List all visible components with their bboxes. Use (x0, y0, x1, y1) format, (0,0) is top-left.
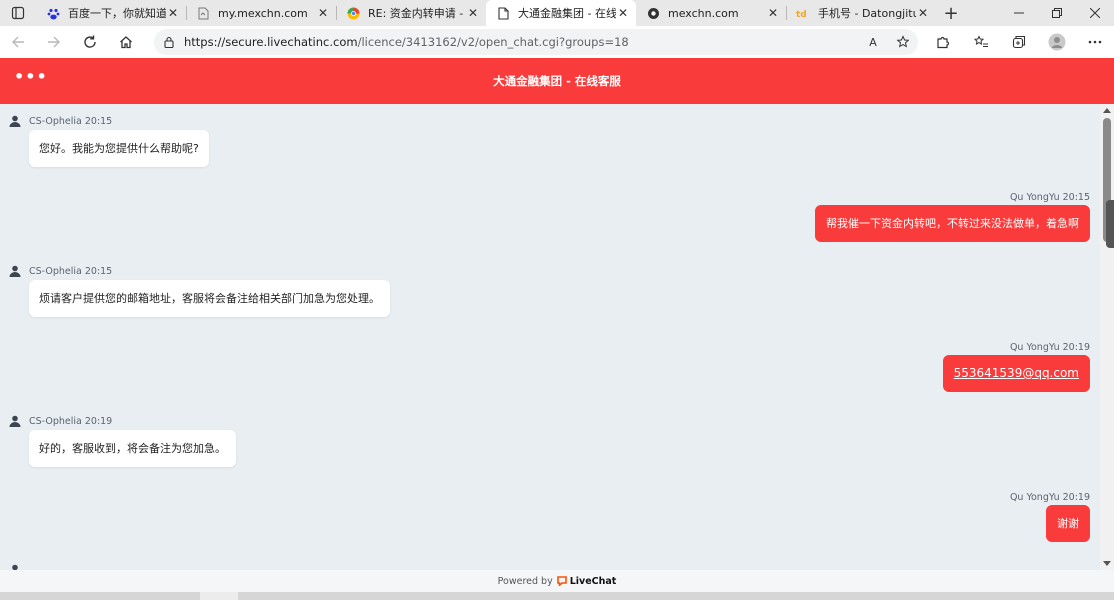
tab-qq-mail[interactable]: RE: 资金内转申请 - QQ ✕ (336, 0, 486, 26)
message-scrollbar[interactable] (1100, 104, 1114, 570)
livechat-logo-icon (556, 576, 567, 586)
restore-button[interactable] (1038, 0, 1076, 26)
scroll-down-icon[interactable] (1103, 561, 1111, 566)
agent-name-time: CS-Ophelia 20:19 (29, 415, 113, 427)
tab-mexchn[interactable]: mexchn.com ✕ (636, 0, 786, 26)
home-icon (120, 36, 132, 49)
url-text[interactable]: https://secure.livechatinc.com/licence/3… (184, 35, 858, 49)
collections-button[interactable] (1000, 26, 1038, 58)
star-add-icon (896, 35, 910, 48)
tab-title: 大通金融集团 - 在线客服 (518, 7, 616, 20)
extensions-button[interactable] (924, 26, 962, 58)
user-icon (8, 563, 22, 570)
back-button[interactable] (0, 26, 36, 58)
agent-meta: CS-Ophelia 20:15 (8, 264, 112, 278)
arrow-left-icon (12, 36, 24, 48)
livechat-brand-link[interactable]: LiveChat (556, 575, 617, 587)
globe-icon (646, 6, 660, 20)
toolbar-right (924, 26, 1114, 58)
browser-tab-strip: 百度一下，你就知道 ✕ my.mexchn.com ✕ RE: 资金内转申请 -… (0, 0, 1114, 26)
user-icon (8, 264, 22, 278)
minimize-icon (1014, 12, 1024, 14)
tab-title: mexchn.com (668, 6, 739, 20)
refresh-icon (84, 35, 96, 48)
os-taskbar (0, 592, 1114, 600)
tab-close-icon[interactable]: ✕ (916, 6, 930, 20)
agent-meta: CS-Ophelia 20:15 (8, 114, 112, 128)
profile-button[interactable] (1038, 26, 1076, 58)
arrow-right-icon (48, 36, 60, 48)
home-button[interactable] (108, 26, 144, 58)
agent-message-bubble: 好的，客服收到，将会备注为您加急。 (29, 430, 236, 467)
tab-title: 手机号 - Datongjituan (818, 7, 916, 20)
agent-name-time: CS-Ophelia 20:15 (29, 115, 113, 127)
restore-icon (1052, 8, 1062, 18)
tab-actions-button[interactable] (0, 0, 36, 26)
agent-message-bubble: 您好。我能为您提供什么帮助呢? (29, 130, 209, 167)
baidu-icon (46, 6, 60, 20)
tab-actions-icon (11, 6, 25, 20)
sidebar-edge-handle[interactable] (1106, 200, 1114, 248)
agent-meta: CS-Ophelia 20:19 (8, 414, 112, 428)
qq-mail-icon (346, 6, 360, 20)
chat-footer: Powered by LiveChat (0, 570, 1114, 592)
url-path: /licence/3413162/v2/open_chat.cgi?groups… (357, 35, 629, 49)
tab-title: 百度一下，你就知道 (68, 7, 166, 20)
collections-icon (1012, 35, 1026, 49)
user-icon (8, 114, 22, 128)
agent-name-time: CS-Ophelia 20:15 (29, 265, 113, 277)
avatar-icon (1048, 33, 1066, 51)
read-aloud-icon: A (869, 35, 877, 49)
favorites-button[interactable] (962, 26, 1000, 58)
email-link[interactable]: 553641539@qq.com (942, 355, 1090, 392)
read-aloud-button[interactable]: A (858, 36, 888, 49)
close-icon (1090, 8, 1100, 18)
puzzle-icon (937, 36, 950, 49)
refresh-button[interactable] (72, 26, 108, 58)
visitor-message-bubble: 帮我催一下资金内转吧，不转过来没法做单，着急啊 (815, 205, 1090, 242)
powered-by-text: Powered by (497, 575, 553, 587)
tab-close-icon[interactable]: ✕ (316, 6, 330, 20)
lock-icon (154, 36, 184, 48)
close-window-button[interactable] (1076, 0, 1114, 26)
tab-title: RE: 资金内转申请 - QQ (368, 7, 466, 20)
livechat-brand-label: LiveChat (569, 575, 617, 587)
visitor-meta: Qu YongYu 20:19 (1009, 342, 1090, 353)
url-host: https://secure.livechatinc.com (184, 35, 358, 49)
visitor-meta: Qu YongYu 20:15 (1009, 192, 1090, 203)
chinaz-icon: td (796, 6, 810, 20)
chat-title: 大通金融集团 - 在线客服 (493, 74, 621, 88)
message-list[interactable]: CS-Ophelia 20:15 您好。我能为您提供什么帮助呢? Qu Yong… (0, 104, 1100, 570)
tab-close-icon[interactable]: ✕ (616, 6, 630, 20)
agent-message-bubble: 烦请客户提供您的邮箱地址，客服将会备注给相关部门加急为您处理。 (29, 280, 390, 317)
chat-header: ••• 大通金融集团 - 在线客服 (0, 58, 1114, 104)
tab-livechat-active[interactable]: 大通金融集团 - 在线客服 ✕ (486, 0, 636, 26)
visitor-meta: Qu YongYu 20:19 (1009, 492, 1090, 503)
address-bar[interactable]: https://secure.livechatinc.com/licence/3… (154, 29, 918, 55)
user-icon (8, 414, 22, 428)
document-icon (496, 6, 510, 20)
minimize-button[interactable] (1000, 0, 1038, 26)
agent-meta-partial (8, 563, 29, 570)
tab-my-mexchn[interactable]: my.mexchn.com ✕ (186, 0, 336, 26)
visitor-message-bubble: 谢谢 (1046, 505, 1090, 542)
tab-baidu[interactable]: 百度一下，你就知道 ✕ (36, 0, 186, 26)
page-icon (196, 6, 210, 20)
forward-button[interactable] (36, 26, 72, 58)
add-favorite-button[interactable] (888, 35, 918, 49)
tab-close-icon[interactable]: ✕ (766, 6, 780, 20)
chat-menu-button[interactable]: ••• (14, 69, 48, 85)
favorites-list-icon (973, 35, 988, 47)
more-icon (1088, 40, 1102, 44)
scroll-up-icon[interactable] (1103, 108, 1111, 113)
new-tab-button[interactable]: + (936, 0, 966, 26)
tab-title: my.mexchn.com (218, 6, 308, 20)
tab-close-icon[interactable]: ✕ (466, 6, 480, 20)
taskbar-item[interactable] (200, 592, 238, 600)
tab-chinaz[interactable]: td 手机号 - Datongjituan ✕ (786, 0, 936, 26)
settings-menu-button[interactable] (1076, 26, 1114, 58)
browser-toolbar: https://secure.livechatinc.com/licence/3… (0, 26, 1114, 58)
tab-close-icon[interactable]: ✕ (166, 6, 180, 20)
svg-text:td: td (796, 10, 807, 19)
